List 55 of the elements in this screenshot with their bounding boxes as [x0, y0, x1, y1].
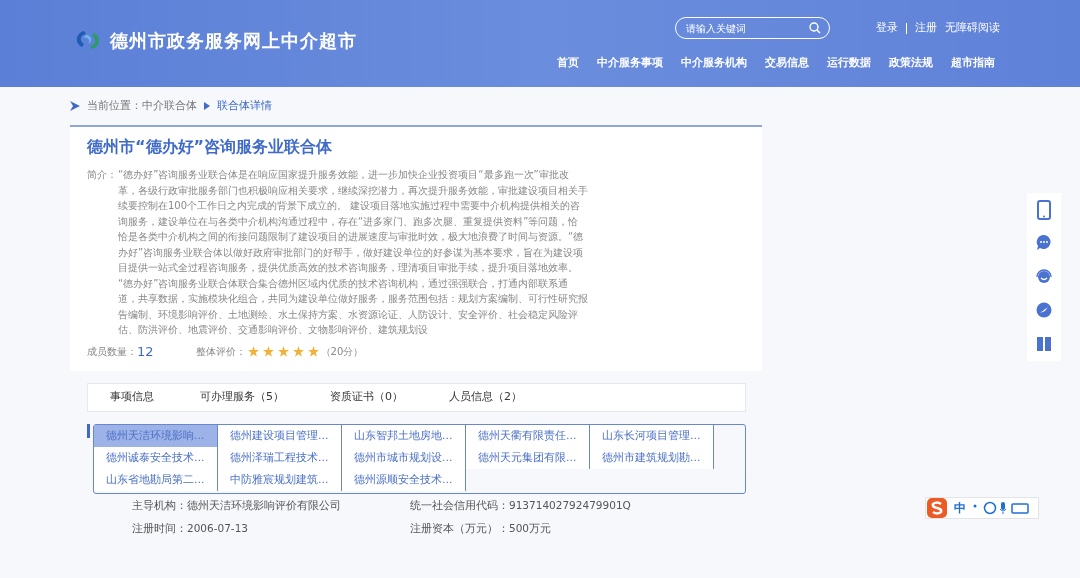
nav-link[interactable]: 首页: [548, 55, 588, 72]
star-icon: [277, 345, 289, 357]
star-icon: [292, 345, 304, 357]
member-item[interactable]: 德州建设项目管理…: [218, 425, 342, 447]
ime-tools-drawing[interactable]: [972, 501, 1032, 515]
nav-link[interactable]: 中介服务事项: [588, 55, 672, 72]
star-icon: [307, 345, 319, 357]
member-item[interactable]: 山东长河项目管理…: [590, 425, 714, 447]
member-item[interactable]: 德州市城市规划设…: [342, 447, 466, 469]
member-item[interactable]: 德州泽瑞工程技术…: [218, 447, 342, 469]
logo-icon: [74, 29, 102, 51]
phone-icon[interactable]: [1035, 199, 1053, 220]
member-item[interactable]: 中防雅宸规划建筑…: [218, 469, 342, 491]
search-icon[interactable]: [809, 22, 821, 34]
detail-text: 主导机构：德州天洁环境影响评价有限公司: [132, 498, 342, 513]
member-item[interactable]: 德州诚泰安全技术…: [94, 447, 218, 469]
tab[interactable]: 资质证书（0）: [330, 389, 403, 406]
detail-text: 统一社会信用代码：91371402792479901Q: [410, 498, 632, 513]
breadcrumb-link[interactable]: 联合体详情: [217, 97, 272, 115]
nav-link[interactable]: 政策法规: [880, 55, 942, 72]
nav-link[interactable]: 中介服务机构: [672, 55, 756, 72]
members-count: 12: [137, 342, 154, 361]
tab[interactable]: 可办理服务（5）: [200, 389, 284, 406]
rating-label: 整体评价：: [195, 344, 246, 359]
intro-label: 简介：: [87, 168, 118, 182]
member-item[interactable]: 山东智邦土地房地…: [342, 425, 466, 447]
ime-logo-icon[interactable]: [926, 497, 948, 519]
caret-icon: [204, 102, 210, 110]
detail-text: 注册资本（万元）：500万元: [410, 520, 553, 536]
search-field[interactable]: 请输入关键词: [675, 17, 830, 39]
member-item[interactable]: 德州天衢有限责任…: [466, 425, 590, 447]
intro-text: “德办好”咨询服务业联合体是在响应国家提升服务效能，进一步加快企业投资项目“最多跑一次”审批改革，各级行政审批服务部门也积极响应相关要求，继续深挖潜力，再次提升服务效能，审批建设项目相关手续要控制在100个工作日之内完成的背景下成立的。 建设项目落地实施过程中需要中介机构提供相关的咨询服务，建设单位在与各类中介机构沟通过程中，存在“进多家门、跑多次腿、重复提供资料”等问题，恰恰是各类中介机构之间的衔接问题限制了建设项目的进展速度与审批时效，极大地浪费了时间与资源。“德办好”咨询服务业联合体以做好政府审批部门的好帮手，做好建设单位的好参谋为基本要求，旨在为建设项目提供一站式全过程咨询服务，提供优质高效的技术咨询服务，理清项目审批手续，提升项目落地效率。 “德办好”咨询服务业联合体联合集合德州区域内优质的技术咨询机构，通过强强联合，打通内部联系通道，共享数据，实施模块化组合，共同为建设单位做好服务，服务范围包括：规划方案编制、可行性研究报告编制、环境影响评价、土地测绘、水土保持方案、水资源论证、人防设计、安全评价、社会稳定风险评估、防洪评价、地震评价、交通影响评价、文物影响评价、建筑规划设: [118, 168, 588, 337]
star-icon: [247, 345, 259, 357]
header-link[interactable]: 登录: [876, 19, 898, 37]
breadcrumb-label: 当前位置：: [87, 97, 142, 114]
tab[interactable]: 人员信息（2）: [449, 389, 522, 406]
arrow-icon: [70, 101, 80, 111]
ime-mode[interactable]: 中: [954, 499, 966, 517]
star-icon: [262, 345, 274, 357]
header-link[interactable]: 无障碍阅读: [945, 19, 1000, 37]
score-text: （20分）: [320, 344, 364, 359]
union-title: 德州市“德办好”咨询服务业联合体: [87, 136, 334, 158]
member-item[interactable]: 德州市建筑规划勘…: [590, 447, 714, 469]
member-item[interactable]: 德州天元集团有限…: [466, 447, 590, 469]
site-title[interactable]: 德州市政务服务网上中介超市: [110, 26, 357, 54]
nav-link[interactable]: 运行数据: [818, 55, 880, 72]
detail-text: 注册时间：2006-07-13: [132, 520, 250, 536]
nav-link[interactable]: 超市指南: [942, 55, 1004, 72]
header-link[interactable]: 注册: [915, 19, 937, 37]
breadcrumb-link[interactable]: 中介联合体: [142, 97, 197, 115]
member-item[interactable]: 山东省地勘局第二…: [94, 469, 218, 491]
nav-link[interactable]: 交易信息: [756, 55, 818, 72]
members-label: 成员数量：: [87, 344, 137, 359]
tab[interactable]: 事项信息: [110, 389, 154, 406]
member-item[interactable]: 德州源顺安全技术…: [342, 469, 466, 491]
